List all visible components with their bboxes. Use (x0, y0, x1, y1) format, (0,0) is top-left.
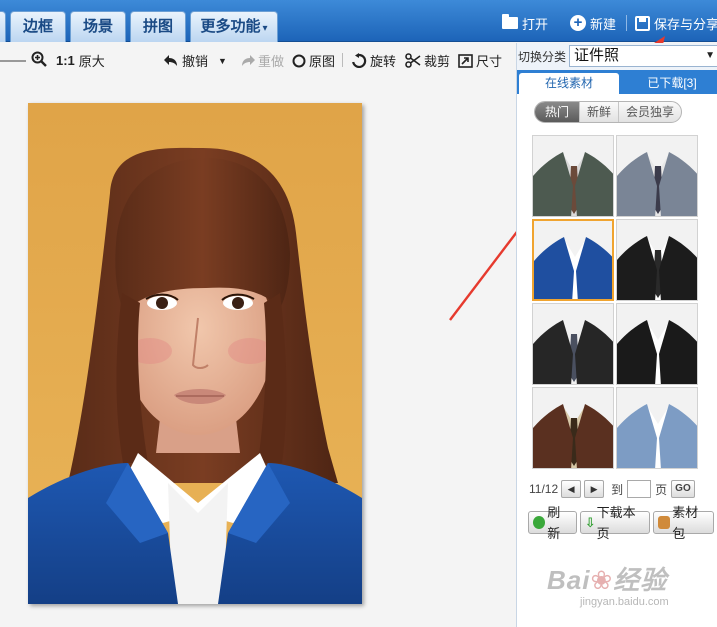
watermark-url: jingyan.baidu.com (580, 596, 669, 608)
chevron-down-icon: ▼ (705, 50, 715, 61)
caret-down-icon: ▾ (262, 23, 268, 34)
divider (625, 15, 627, 31)
portrait-image (28, 103, 362, 604)
panel-actions: 刷新 ⇩ 下载本页 素材包 (528, 505, 717, 541)
id-photo[interactable] (28, 103, 362, 604)
pager: 11/12 ◀ ▶ 到 页 GO (529, 479, 695, 499)
zoom-in-icon (31, 51, 47, 67)
outfit-image (533, 388, 613, 468)
tab-more-features[interactable]: 更多功能 ▾ (190, 11, 278, 42)
prev-page-button[interactable]: ◀ (561, 480, 582, 498)
go-label: GO (675, 483, 691, 494)
redo-icon (242, 54, 255, 66)
tab-collage[interactable]: 拼图 (130, 11, 186, 42)
zoom-slider[interactable] (0, 60, 26, 62)
go-button[interactable]: GO (671, 480, 695, 498)
tab-downloaded[interactable]: 已下载[3] (627, 73, 717, 94)
baidu-watermark: Bai❀经验 (547, 565, 668, 595)
undo-icon (164, 54, 177, 66)
original-size-button[interactable]: 1:1 原大 (56, 51, 105, 70)
outfit-thumbnail[interactable] (532, 387, 614, 469)
original-label: 原图 (309, 54, 336, 69)
rotate-button[interactable]: 旋转 (351, 51, 396, 70)
save-icon (634, 15, 650, 31)
outfit-thumbnail[interactable] (616, 303, 698, 385)
ratio-label: 1:1 (56, 53, 75, 68)
tab-frame-label: 边框 (22, 18, 53, 35)
material-panel: 切换分类 证件照 ▼ 在线素材 已下载[3] 热门 新鲜 会员独享 11/12 … (516, 43, 717, 627)
undo-dropdown-icon[interactable]: ▼ (218, 56, 227, 66)
outfit-image (617, 304, 697, 384)
zoom-in-button[interactable] (31, 51, 50, 67)
rotate-icon (352, 53, 367, 68)
original-image-button[interactable]: 原图 (292, 51, 335, 70)
outfit-thumbnail[interactable] (616, 219, 698, 301)
page-info: 11/12 (529, 482, 559, 496)
folder-icon (501, 14, 518, 29)
material-pack-label: 素材包 (672, 504, 699, 541)
filter-new[interactable]: 新鲜 (579, 102, 618, 122)
tab-more-label: 更多功能 (200, 18, 261, 35)
tab-online-materials[interactable]: 在线素材 (519, 73, 619, 94)
outfit-image (533, 136, 613, 216)
package-icon (658, 516, 671, 529)
refresh-icon (533, 516, 546, 529)
category-label: 切换分类 (518, 50, 567, 64)
original-size-label: 原大 (78, 54, 105, 69)
divider (342, 53, 343, 67)
redo-button[interactable]: 重做 (240, 51, 284, 70)
category-select[interactable]: 证件照 ▼ (569, 45, 717, 67)
outfit-thumbnail[interactable] (532, 135, 614, 217)
filter-vip-label: 会员独享 (626, 105, 675, 119)
refresh-label: 刷新 (547, 504, 561, 541)
editing-canvas[interactable] (0, 77, 512, 627)
refresh-button[interactable]: 刷新 (528, 505, 577, 541)
undo-button[interactable]: 撤销 ▼ (164, 51, 227, 70)
tab-scene-label: 场景 (82, 18, 113, 35)
outfit-image (617, 388, 697, 468)
plus-icon: + (569, 15, 586, 31)
download-page-button[interactable]: ⇩ 下载本页 (579, 505, 651, 541)
outfit-thumbnail[interactable] (616, 387, 698, 469)
tab-scene[interactable]: 场景 (70, 11, 126, 42)
next-page-button[interactable]: ▶ (584, 480, 605, 498)
edit-toolbar: 1:1 原大 撤销 ▼ 重做 原图 旋转 裁剪 尺寸 (0, 43, 512, 77)
tab-online-label: 在线素材 (544, 76, 593, 90)
undo-label: 撤销 (182, 54, 209, 69)
outfit-thumbnail[interactable] (616, 135, 698, 217)
outfit-thumbnail[interactable] (532, 303, 614, 385)
filter-new-label: 新鲜 (587, 105, 612, 119)
outfit-image (617, 220, 697, 300)
rotate-label: 旋转 (370, 54, 397, 69)
outfit-image (617, 136, 697, 216)
goto-label: 到 (611, 482, 624, 497)
material-pack-button[interactable]: 素材包 (653, 505, 714, 541)
filter-hot-label: 热门 (545, 105, 570, 119)
download-arrow-icon: ⇩ (584, 515, 596, 530)
scissors-icon (405, 53, 421, 68)
category-value: 证件照 (574, 47, 620, 64)
page-input[interactable] (627, 480, 652, 498)
tab-border[interactable] (0, 11, 6, 42)
circle-icon (292, 54, 306, 67)
outfit-image (534, 221, 612, 299)
category-row: 切换分类 证件照 ▼ (517, 43, 717, 70)
redo-label: 重做 (258, 54, 285, 69)
outfit-thumbnail[interactable] (532, 219, 614, 301)
filter-vip[interactable]: 会员独享 (618, 102, 681, 122)
filter-hot[interactable]: 热门 (535, 102, 580, 122)
tab-collage-label: 拼图 (142, 18, 173, 35)
page-unit-label: 页 (655, 482, 668, 497)
download-page-label: 下载本页 (596, 504, 636, 541)
tab-downloaded-label: 已下载[3] (647, 76, 697, 90)
filter-segment: 热门 新鲜 会员独享 (534, 101, 683, 123)
outfit-image (533, 304, 613, 384)
tab-frame[interactable]: 边框 (10, 11, 66, 42)
material-tabs: 在线素材 已下载[3] (517, 70, 717, 94)
